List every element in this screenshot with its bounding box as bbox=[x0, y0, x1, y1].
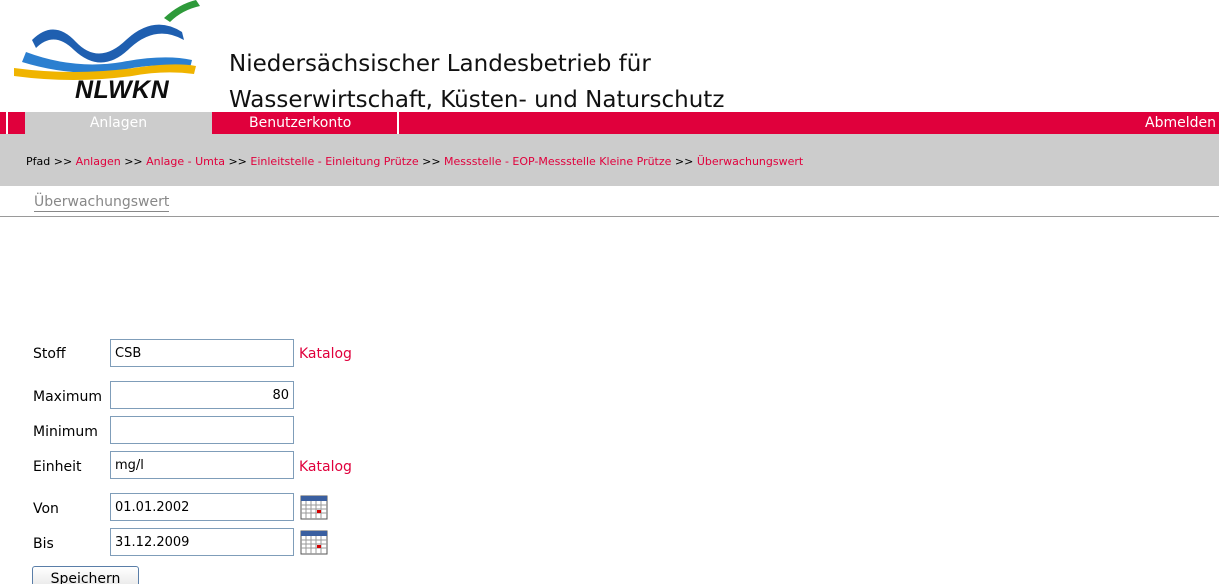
minimum-label: Minimum bbox=[33, 424, 98, 440]
calendar-icon[interactable] bbox=[300, 530, 328, 555]
stoff-label: Stoff bbox=[33, 346, 66, 362]
maximum-label: Maximum bbox=[33, 389, 102, 405]
tab-benutzerkonto[interactable]: Benutzerkonto bbox=[249, 112, 351, 134]
logout-link[interactable]: Abmelden bbox=[1145, 112, 1216, 134]
einheit-label: Einheit bbox=[33, 459, 82, 475]
calendar-icon[interactable] bbox=[300, 495, 328, 520]
breadcrumb-link-anlagen[interactable]: Anlagen bbox=[76, 155, 121, 168]
einheit-input[interactable] bbox=[110, 451, 294, 479]
tab-anlagen[interactable]: Anlagen bbox=[25, 112, 212, 134]
breadcrumb-link-anlage[interactable]: Anlage - Umta bbox=[146, 155, 225, 168]
breadcrumb-link-einleitstelle[interactable]: Einleitstelle - Einleitung Prütze bbox=[250, 155, 418, 168]
bis-date-input[interactable] bbox=[110, 528, 294, 556]
breadcrumb-bar: Pfad >> Anlagen >> Anlage - Umta >> Einl… bbox=[0, 134, 1219, 186]
organization-name: Niedersächsischer Landesbetrieb für Wass… bbox=[229, 46, 724, 118]
save-button[interactable]: Speichern bbox=[32, 566, 139, 584]
einheit-katalog-link[interactable]: Katalog bbox=[299, 458, 352, 476]
von-label: Von bbox=[33, 501, 59, 517]
subtab-ueberwachungswert[interactable]: Überwachungswert bbox=[34, 193, 170, 212]
breadcrumb-link-ueberwachungswert[interactable]: Überwachungswert bbox=[697, 155, 803, 168]
logo-text: NLWKN bbox=[75, 76, 170, 104]
divider bbox=[0, 216, 1219, 217]
nav-divider bbox=[6, 112, 8, 134]
maximum-input[interactable] bbox=[110, 381, 294, 409]
site-header: NLWKN Niedersächsischer Landesbetrieb fü… bbox=[0, 0, 1219, 113]
nav-divider bbox=[397, 112, 399, 134]
minimum-input[interactable] bbox=[110, 416, 294, 444]
breadcrumb-separator: >> bbox=[674, 155, 694, 168]
stoff-katalog-link[interactable]: Katalog bbox=[299, 345, 352, 363]
breadcrumb-separator: >> bbox=[422, 155, 441, 168]
breadcrumb-separator: >> bbox=[124, 155, 143, 168]
breadcrumb: Pfad >> Anlagen >> Anlage - Umta >> Einl… bbox=[26, 155, 803, 169]
main-navbar: Anlagen Benutzerkonto Abmelden bbox=[0, 112, 1219, 134]
stoff-input[interactable] bbox=[110, 339, 294, 367]
von-date-input[interactable] bbox=[110, 493, 294, 521]
breadcrumb-separator: >> bbox=[228, 155, 247, 168]
breadcrumb-label: Pfad >> bbox=[26, 155, 73, 168]
org-name-line-1: Niedersächsischer Landesbetrieb für bbox=[229, 51, 651, 77]
bis-label: Bis bbox=[33, 536, 54, 552]
breadcrumb-link-messstelle[interactable]: Messstelle - EOP-Messstelle Kleine Prütz… bbox=[444, 155, 671, 168]
